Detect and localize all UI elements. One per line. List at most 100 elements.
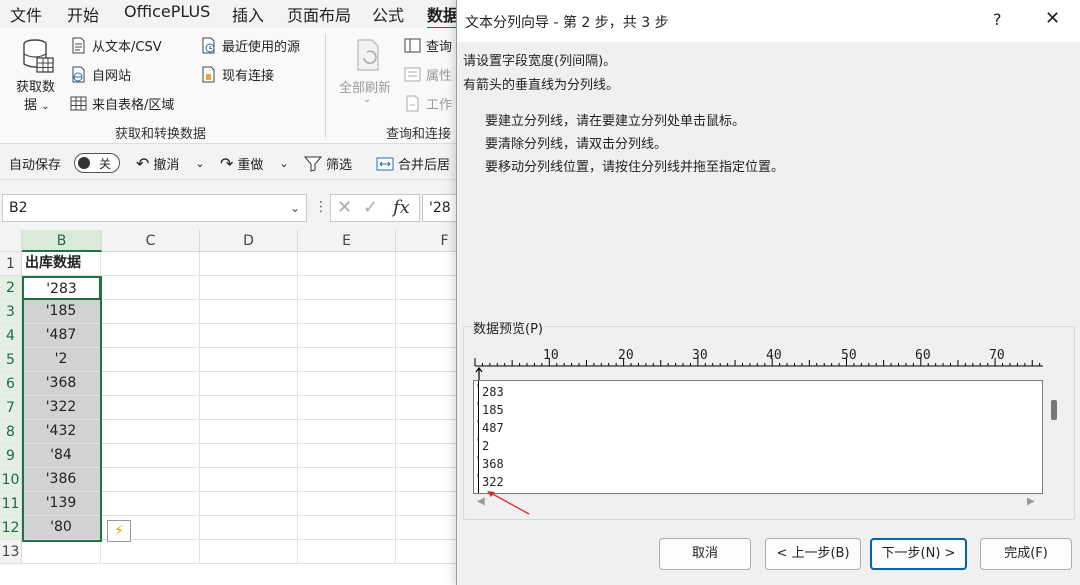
data-cell[interactable]: '368 <box>22 372 101 396</box>
scroll-right-arrow-icon[interactable]: ▶ <box>1027 496 1035 507</box>
empty-cell[interactable] <box>102 348 200 372</box>
empty-cell[interactable] <box>200 252 298 276</box>
back-button[interactable]: < 上一步(B) <box>765 538 861 570</box>
column-header-e[interactable]: E <box>298 230 396 252</box>
row-header[interactable]: 6 <box>0 372 22 396</box>
scrollbar-thumb[interactable] <box>1051 400 1057 420</box>
tab-officeplus[interactable]: OfficePLUS <box>124 2 210 21</box>
chevron-down-icon[interactable]: ⌄ <box>290 201 300 215</box>
row-header[interactable]: 4 <box>0 324 22 348</box>
quick-analysis-flash-icon[interactable]: ⚡ <box>107 520 131 542</box>
row-header[interactable]: 8 <box>0 420 22 444</box>
preview-horizontal-scrollbar[interactable]: ◀ ▶ <box>473 496 1043 510</box>
empty-cell[interactable] <box>298 516 396 540</box>
empty-cell[interactable] <box>298 468 396 492</box>
data-preview-box[interactable]: ' 283 ' 185 ' 487 ' 2 ' 368 ' 322 <box>473 380 1043 494</box>
empty-cell[interactable] <box>298 372 396 396</box>
from-text-csv-button[interactable]: 从文本/CSV <box>70 36 162 55</box>
from-web-button[interactable]: 自网站 <box>70 65 131 84</box>
data-cell[interactable]: '2 <box>22 348 101 372</box>
empty-cell[interactable] <box>200 444 298 468</box>
empty-cell[interactable] <box>298 300 396 324</box>
empty-cell[interactable] <box>298 252 396 276</box>
header-cell-b1[interactable]: 出库数据 <box>22 252 101 276</box>
empty-cell[interactable] <box>200 420 298 444</box>
data-cell[interactable]: '84 <box>22 444 101 468</box>
name-box[interactable]: B2 ⌄ <box>2 194 307 222</box>
empty-cell[interactable] <box>200 324 298 348</box>
merge-center-button[interactable]: 合并后居 <box>376 154 450 173</box>
tab-formulas[interactable]: 公式 <box>372 2 404 26</box>
empty-cell[interactable] <box>200 540 298 564</box>
row-header[interactable]: 7 <box>0 396 22 420</box>
row-header[interactable]: 9 <box>0 444 22 468</box>
empty-cell[interactable] <box>200 276 298 300</box>
filter-button[interactable]: 筛选 <box>304 154 352 173</box>
properties-button[interactable]: 属性 <box>404 65 452 84</box>
empty-cell[interactable] <box>102 372 200 396</box>
undo-button[interactable]: ↶ 撤消 ⌄ <box>136 154 205 173</box>
row-header[interactable]: 3 <box>0 300 22 324</box>
empty-cell[interactable] <box>298 444 396 468</box>
row-header[interactable]: 5 <box>0 348 22 372</box>
row-header[interactable]: 12 <box>0 516 22 540</box>
empty-cell[interactable] <box>298 348 396 372</box>
next-button[interactable]: 下一步(N) > <box>870 538 967 570</box>
preview-vertical-scrollbar[interactable] <box>1049 380 1061 494</box>
cancel-x-icon[interactable]: ✕ <box>337 197 352 218</box>
tab-home[interactable]: 开始 <box>67 2 99 26</box>
autosave-toggle[interactable]: 关 <box>74 153 120 173</box>
empty-cell[interactable] <box>102 420 200 444</box>
data-cell[interactable]: '322 <box>22 396 101 420</box>
workbook-links-button[interactable]: 工作 <box>404 94 452 113</box>
empty-cell[interactable] <box>298 276 396 300</box>
insert-function-icon[interactable]: fx <box>393 197 410 218</box>
row-header[interactable]: 1 <box>0 252 22 276</box>
row-header[interactable]: 10 <box>0 468 22 492</box>
empty-cell[interactable] <box>200 516 298 540</box>
data-cell[interactable]: '80 <box>22 516 101 540</box>
empty-cell[interactable] <box>200 372 298 396</box>
select-all-corner[interactable] <box>0 230 22 252</box>
tab-file[interactable]: 文件 <box>10 2 42 26</box>
column-header-c[interactable]: C <box>102 230 200 252</box>
empty-cell[interactable] <box>298 492 396 516</box>
more-options-icon[interactable]: ⋮ <box>314 199 328 215</box>
empty-cell[interactable] <box>200 492 298 516</box>
help-icon[interactable]: ? <box>993 10 1002 29</box>
empty-cell[interactable] <box>298 324 396 348</box>
get-data-label[interactable]: 获取数 <box>16 76 55 95</box>
data-cell[interactable]: '139 <box>22 492 101 516</box>
empty-cell[interactable] <box>102 252 200 276</box>
enter-check-icon[interactable]: ✓ <box>363 197 378 218</box>
from-table-button[interactable]: 来自表格/区域 <box>70 94 174 113</box>
column-ruler[interactable] <box>473 346 1045 370</box>
empty-cell[interactable] <box>200 396 298 420</box>
queries-button[interactable]: 查询 <box>404 36 452 55</box>
empty-cell[interactable] <box>22 540 101 564</box>
recent-sources-button[interactable]: 最近使用的源 <box>200 36 300 55</box>
get-data-label-2[interactable]: 据 ⌄ <box>24 94 50 113</box>
empty-cell[interactable] <box>102 492 200 516</box>
empty-cell[interactable] <box>102 540 200 564</box>
row-header[interactable]: 2 <box>0 276 22 300</box>
chevron-down-icon[interactable]: ⌄ <box>279 157 288 170</box>
empty-cell[interactable] <box>200 348 298 372</box>
tab-insert[interactable]: 插入 <box>232 2 264 26</box>
row-header[interactable]: 13 <box>0 540 22 564</box>
empty-cell[interactable] <box>102 396 200 420</box>
worksheet-grid[interactable]: B C D E F 1 出库数据 2'283 3'185 4'487 5'2 6'368 7 '… <box>0 230 494 585</box>
cancel-button[interactable]: 取消 <box>659 538 751 570</box>
column-header-b[interactable]: B <box>22 230 102 252</box>
empty-cell[interactable] <box>102 444 200 468</box>
redo-button[interactable]: ↷ 重做 ⌄ <box>220 154 289 173</box>
existing-connections-button[interactable]: 现有连接 <box>200 65 274 84</box>
empty-cell[interactable] <box>298 420 396 444</box>
data-cell[interactable]: '487 <box>22 324 101 348</box>
empty-cell[interactable] <box>102 468 200 492</box>
close-icon[interactable]: ✕ <box>1045 8 1060 29</box>
data-cell[interactable]: '432 <box>22 420 101 444</box>
row-header[interactable]: 11 <box>0 492 22 516</box>
chevron-down-icon[interactable]: ⌄ <box>195 157 204 170</box>
empty-cell[interactable] <box>102 276 200 300</box>
